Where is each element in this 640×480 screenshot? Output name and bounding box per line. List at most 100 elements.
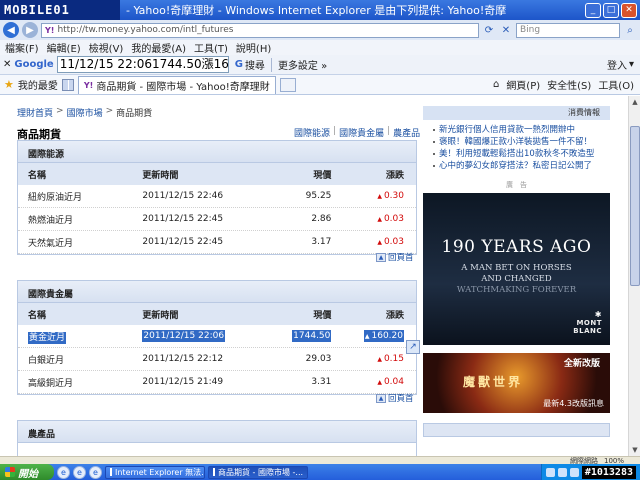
table-header: 名稱 更新時間 現價 漲跌	[18, 163, 416, 185]
change-value: 0.30	[377, 191, 404, 201]
google-toolbar: ✕ Google 11/12/15 22:061744.50漲160.20 G …	[0, 55, 640, 75]
link-agri[interactable]: 農產品	[393, 126, 420, 139]
change-value: 0.03	[377, 237, 404, 247]
google-search-button[interactable]: G 搜尋	[232, 57, 268, 72]
minimize-button[interactable]: _	[585, 2, 601, 18]
ie-quicklaunch-icon[interactable]: e	[89, 465, 102, 479]
scroll-down-icon[interactable]: ▼	[630, 445, 640, 455]
vertical-scrollbar[interactable]: ▲ ▼	[628, 96, 640, 456]
wow-ad[interactable]: 全新改版 魔獸世界 最新4.3改版訊息	[423, 353, 610, 413]
price: 95.25	[305, 191, 332, 201]
quick-tabs-icon[interactable]	[61, 78, 74, 91]
google-g-icon: G	[234, 59, 243, 70]
taskbar-item[interactable]: 商品期貨 - 國際市場 -...	[208, 465, 308, 479]
link-energy[interactable]: 國際能源	[294, 126, 330, 139]
breadcrumb-home[interactable]: 理財首頁	[17, 106, 53, 119]
more-settings-button[interactable]: 更多設定 »	[275, 57, 330, 72]
news-item[interactable]: 美！利用短載輕鬆搭出10款秋冬不敗造型	[433, 148, 610, 160]
news-item[interactable]: 褒眼！韓國爆正款小洋裝拋售一件不留！	[433, 136, 610, 148]
up-arrow-icon: ▲	[376, 252, 386, 262]
commodity-name[interactable]: 熱燃油近月	[18, 213, 142, 226]
cmd-safety[interactable]: 安全性(S)	[547, 77, 591, 92]
commodity-name[interactable]: 白銀近月	[18, 353, 142, 366]
start-button[interactable]: 開始	[0, 464, 54, 480]
google-search-input[interactable]: 11/12/15 22:061744.50漲160.20	[56, 56, 229, 73]
news-item[interactable]: 心中的夢幻女郎穿搭法？私密日記公開了	[433, 160, 610, 172]
tray-icon[interactable]	[569, 467, 579, 477]
window-icon	[213, 468, 215, 476]
windows-flag-icon	[5, 467, 15, 477]
cmd-page[interactable]: 網頁(P)	[506, 77, 540, 92]
ad-title: 魔獸世界	[463, 375, 524, 389]
price: 1744.50	[292, 330, 332, 342]
news-list: 新光銀行個人信用貸款一熱烈開辦中 褒眼！韓國爆正款小洋裝拋售一件不留！ 美！利用…	[423, 120, 610, 176]
link-metals[interactable]: 國際貴金屬	[339, 126, 384, 139]
favorites-button[interactable]: 我的最愛	[18, 77, 58, 92]
scroll-thumb[interactable]	[630, 126, 640, 286]
change-value: 0.04	[377, 377, 404, 387]
col-price: 現價	[313, 310, 332, 321]
commodity-name[interactable]: 天然氣近月	[18, 236, 142, 249]
home-icon[interactable]: ⌂	[493, 79, 499, 90]
table-row: 熱燃油近月 2011/12/15 22:45 2.86 0.03	[18, 208, 416, 231]
back-to-top-link[interactable]: ▲ 回頁首	[376, 251, 414, 263]
update-time: 2011/12/15 22:46	[142, 191, 224, 201]
task-label: 商品期貨 - 國際市場 -...	[218, 467, 304, 477]
montblanc-logo: ✱ MONT BLANC	[573, 310, 602, 335]
commodity-name[interactable]: 黃金近月	[28, 331, 67, 344]
ie-quicklaunch-icon[interactable]: e	[57, 465, 70, 479]
menu-file[interactable]: 檔案(F)	[5, 40, 39, 55]
refresh-icon[interactable]: ⟳	[482, 23, 496, 37]
section-links: 國際能源 | 國際貴金屬 | 農產品	[294, 126, 420, 139]
accelerator-icon[interactable]: ↗	[406, 340, 420, 354]
search-icon[interactable]: ⌕	[623, 23, 637, 37]
breadcrumb-intl[interactable]: 國際市場	[67, 106, 103, 119]
back-to-top-link[interactable]: ▲ 回頁首	[376, 392, 414, 404]
menu-favorites[interactable]: 我的最愛(A)	[131, 40, 186, 55]
favorites-star-icon[interactable]: ★	[4, 78, 14, 91]
commodity-name[interactable]: 高級銅近月	[18, 376, 142, 389]
col-price: 現價	[313, 170, 332, 181]
back-button[interactable]: ◀	[3, 22, 19, 38]
menu-help[interactable]: 說明(H)	[236, 40, 271, 55]
breadcrumb-separator: >	[105, 106, 114, 116]
agri-table: 農產品	[17, 420, 417, 456]
maximize-button[interactable]: □	[603, 2, 619, 18]
tab-title: 商品期貨 - 國際市場 - Yahoo!奇摩理財	[96, 81, 270, 93]
close-toolbar-icon[interactable]: ✕	[3, 59, 11, 70]
menu-edit[interactable]: 編輯(E)	[47, 40, 81, 55]
ad-tag: 全新改版	[563, 359, 600, 369]
forward-button[interactable]: ▶	[22, 22, 38, 38]
url-input[interactable]: Y! http://tw.money.yahoo.com/intl_future…	[41, 22, 479, 38]
close-button[interactable]: ✕	[621, 2, 637, 18]
window-icon	[110, 468, 112, 476]
signin-button[interactable]: 登入 ▾	[604, 57, 640, 72]
section-title: 國際能源	[18, 141, 416, 163]
ad-line: WATCHMAKING FOREVER	[456, 285, 577, 295]
taskbar-item[interactable]: Internet Explorer 無法...	[105, 465, 205, 479]
brand-line: BLANC	[573, 327, 602, 335]
ie-quicklaunch-icon[interactable]: e	[73, 465, 86, 479]
montblanc-ad[interactable]: 190 YEARS AGO A MAN BET ON HORSES AND CH…	[423, 193, 610, 345]
ad-headline: 190 YEARS AGO	[441, 237, 592, 257]
cmd-tools[interactable]: 工具(O)	[598, 77, 634, 92]
scroll-up-icon[interactable]: ▲	[630, 97, 640, 107]
tab-favicon-icon: Y!	[83, 80, 94, 90]
col-name: 名稱	[28, 170, 47, 181]
active-tab[interactable]: Y! 商品期貨 - 國際市場 - Yahoo!奇摩理財	[77, 75, 276, 94]
tray-icon[interactable]	[557, 467, 567, 477]
commodity-name[interactable]: 紐約原油近月	[18, 190, 142, 203]
chevron-down-icon: ▾	[628, 59, 634, 70]
menu-view[interactable]: 檢視(V)	[89, 40, 124, 55]
energy-table: 國際能源 名稱 更新時間 現價 漲跌 紐約原油近月 2011/12/15 22:…	[17, 140, 417, 255]
tray-icon[interactable]	[545, 467, 555, 477]
menu-tools[interactable]: 工具(T)	[194, 40, 228, 55]
mobile01-logo: MOBILE01	[0, 0, 120, 20]
new-tab-button[interactable]	[279, 77, 296, 92]
stop-icon[interactable]: ✕	[499, 23, 513, 37]
news-item[interactable]: 新光銀行個人信用貸款一熱烈開辦中	[433, 124, 610, 136]
section-title: 國際貴金屬	[18, 281, 416, 303]
bing-search-input[interactable]: Bing	[516, 22, 620, 38]
start-label: 開始	[18, 468, 38, 480]
breadcrumb: 理財首頁 > 國際市場 > 商品期貨	[17, 106, 152, 119]
